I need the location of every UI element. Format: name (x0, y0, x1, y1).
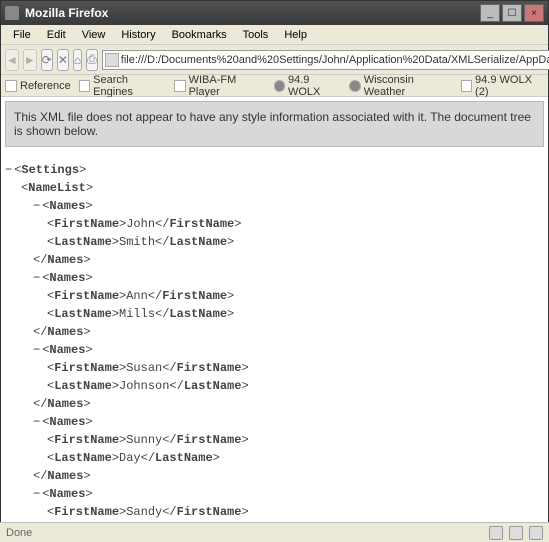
reload-button[interactable]: ⟳ (41, 49, 53, 71)
xml-line: −<Names> (33, 485, 544, 503)
status-text: Done (6, 527, 32, 539)
menu-history[interactable]: History (113, 27, 163, 43)
xml-line: </Names> (33, 323, 544, 341)
status-bar: Done (0, 522, 549, 542)
menu-file[interactable]: File (5, 27, 39, 43)
xml-line: <LastName>Johnson</LastName> (47, 377, 544, 395)
close-button[interactable]: × (524, 4, 544, 22)
menu-bookmarks[interactable]: Bookmarks (164, 27, 235, 43)
menu-edit[interactable]: Edit (39, 27, 74, 43)
favicon-icon (349, 80, 360, 92)
xml-line: </Names> (33, 395, 544, 413)
content-area: This XML file does not appear to have an… (1, 97, 548, 537)
print-button[interactable]: ⎙ (86, 49, 98, 71)
forward-button[interactable]: ► (23, 49, 37, 71)
status-icon-1[interactable] (489, 526, 503, 540)
xml-line: <FirstName>Sunny</FirstName> (47, 431, 544, 449)
folder-icon (79, 80, 90, 92)
url-text[interactable]: file:///D:/Documents%20and%20Settings/Jo… (121, 54, 549, 66)
page-icon (174, 80, 185, 92)
xml-line: <FirstName>John</FirstName> (47, 215, 544, 233)
xml-line: −<Names> (33, 197, 544, 215)
xml-line: −<Names> (33, 413, 544, 431)
firefox-icon (5, 6, 19, 20)
menu-tools[interactable]: Tools (235, 27, 277, 43)
xml-line: <FirstName>Ann</FirstName> (47, 287, 544, 305)
page-icon (461, 80, 472, 92)
status-icon-3[interactable] (529, 526, 543, 540)
bookmark-label: Search Engines (93, 74, 166, 98)
xml-line: <FirstName>Susan</FirstName> (47, 359, 544, 377)
navigation-toolbar: ◄ ► ⟳ ✕ ⌂ ⎙ file:///D:/Documents%20and%2… (1, 45, 548, 75)
minimize-button[interactable]: _ (480, 4, 500, 22)
xml-line: </Names> (33, 467, 544, 485)
bookmark-wiba[interactable]: WIBA-FM Player (174, 74, 265, 98)
status-icons (489, 526, 543, 540)
xml-line: −<Names> (33, 269, 544, 287)
page-icon (105, 53, 119, 67)
xml-line: <LastName>Day</LastName> (47, 449, 544, 467)
bookmark-wolx-2[interactable]: 94.9 WOLX (2) (461, 74, 544, 98)
bookmark-search-engines[interactable]: Search Engines (79, 74, 166, 98)
xml-line: <FirstName>Sandy</FirstName> (47, 503, 544, 521)
xml-line: −<Settings> (5, 161, 544, 179)
xml-line: <LastName>Smith</LastName> (47, 233, 544, 251)
back-button[interactable]: ◄ (5, 49, 19, 71)
window-controls: _ ☐ × (480, 4, 544, 22)
menu-bar: File Edit View History Bookmarks Tools H… (1, 25, 548, 45)
window-title: Mozilla Firefox (25, 6, 480, 20)
xml-notice: This XML file does not appear to have an… (5, 101, 544, 147)
bookmark-reference[interactable]: Reference (5, 80, 71, 92)
bookmark-weather[interactable]: Wisconsin Weather (349, 74, 452, 98)
bookmark-wolx[interactable]: 94.9 WOLX (274, 74, 342, 98)
xml-line: −<Names> (33, 341, 544, 359)
xml-line: </Names> (33, 251, 544, 269)
xml-line: <NameList> (19, 179, 544, 197)
home-button[interactable]: ⌂ (73, 49, 82, 71)
xml-line: <LastName>Mills</LastName> (47, 305, 544, 323)
menu-view[interactable]: View (74, 27, 114, 43)
bookmarks-toolbar: Reference Search Engines WIBA-FM Player … (1, 75, 548, 97)
favicon-icon (274, 80, 285, 92)
url-bar[interactable]: file:///D:/Documents%20and%20Settings/Jo… (102, 50, 549, 70)
bookmark-label: 94.9 WOLX (288, 74, 341, 98)
window-titlebar: Mozilla Firefox _ ☐ × (1, 1, 548, 25)
bookmark-label: Wisconsin Weather (364, 74, 453, 98)
maximize-button[interactable]: ☐ (502, 4, 522, 22)
xml-tree: −<Settings><NameList>−<Names><FirstName>… (1, 151, 548, 537)
bookmark-label: 94.9 WOLX (2) (475, 74, 544, 98)
folder-icon (5, 80, 17, 92)
bookmark-label: WIBA-FM Player (189, 74, 266, 98)
bookmark-label: Reference (20, 80, 71, 92)
stop-button[interactable]: ✕ (57, 49, 69, 71)
menu-help[interactable]: Help (276, 27, 315, 43)
status-icon-2[interactable] (509, 526, 523, 540)
